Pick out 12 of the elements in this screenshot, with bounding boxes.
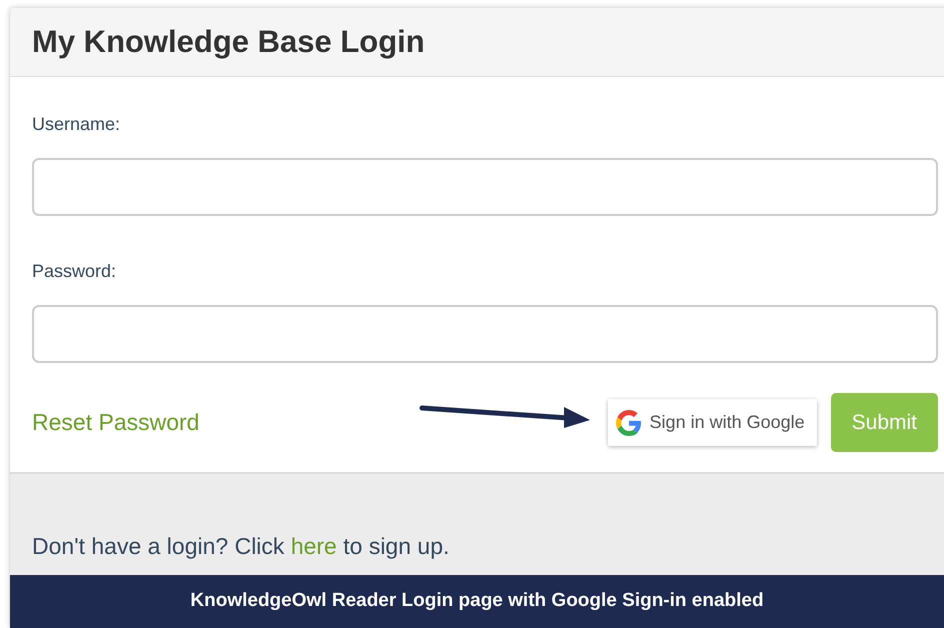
submit-button[interactable]: Submit — [830, 393, 938, 452]
google-sign-in-button[interactable]: Sign in with Google — [608, 399, 817, 446]
input-field[interactable] — [32, 305, 938, 363]
page-title: My Knowledge Base Login — [32, 23, 425, 61]
signup-text: Don't have a login? Click here to sign up. — [32, 532, 450, 561]
reset-password-link[interactable]: Reset Password — [32, 405, 200, 440]
google-icon — [616, 410, 642, 436]
field-label: Username: — [32, 113, 122, 136]
caption-bar: KnowledgeOwl Reader Login page with Google Sign-in enabled — [10, 575, 944, 628]
signup-link[interactable]: here — [290, 532, 337, 558]
input-field[interactable] — [32, 158, 938, 216]
field-label: Password: — [32, 260, 118, 283]
